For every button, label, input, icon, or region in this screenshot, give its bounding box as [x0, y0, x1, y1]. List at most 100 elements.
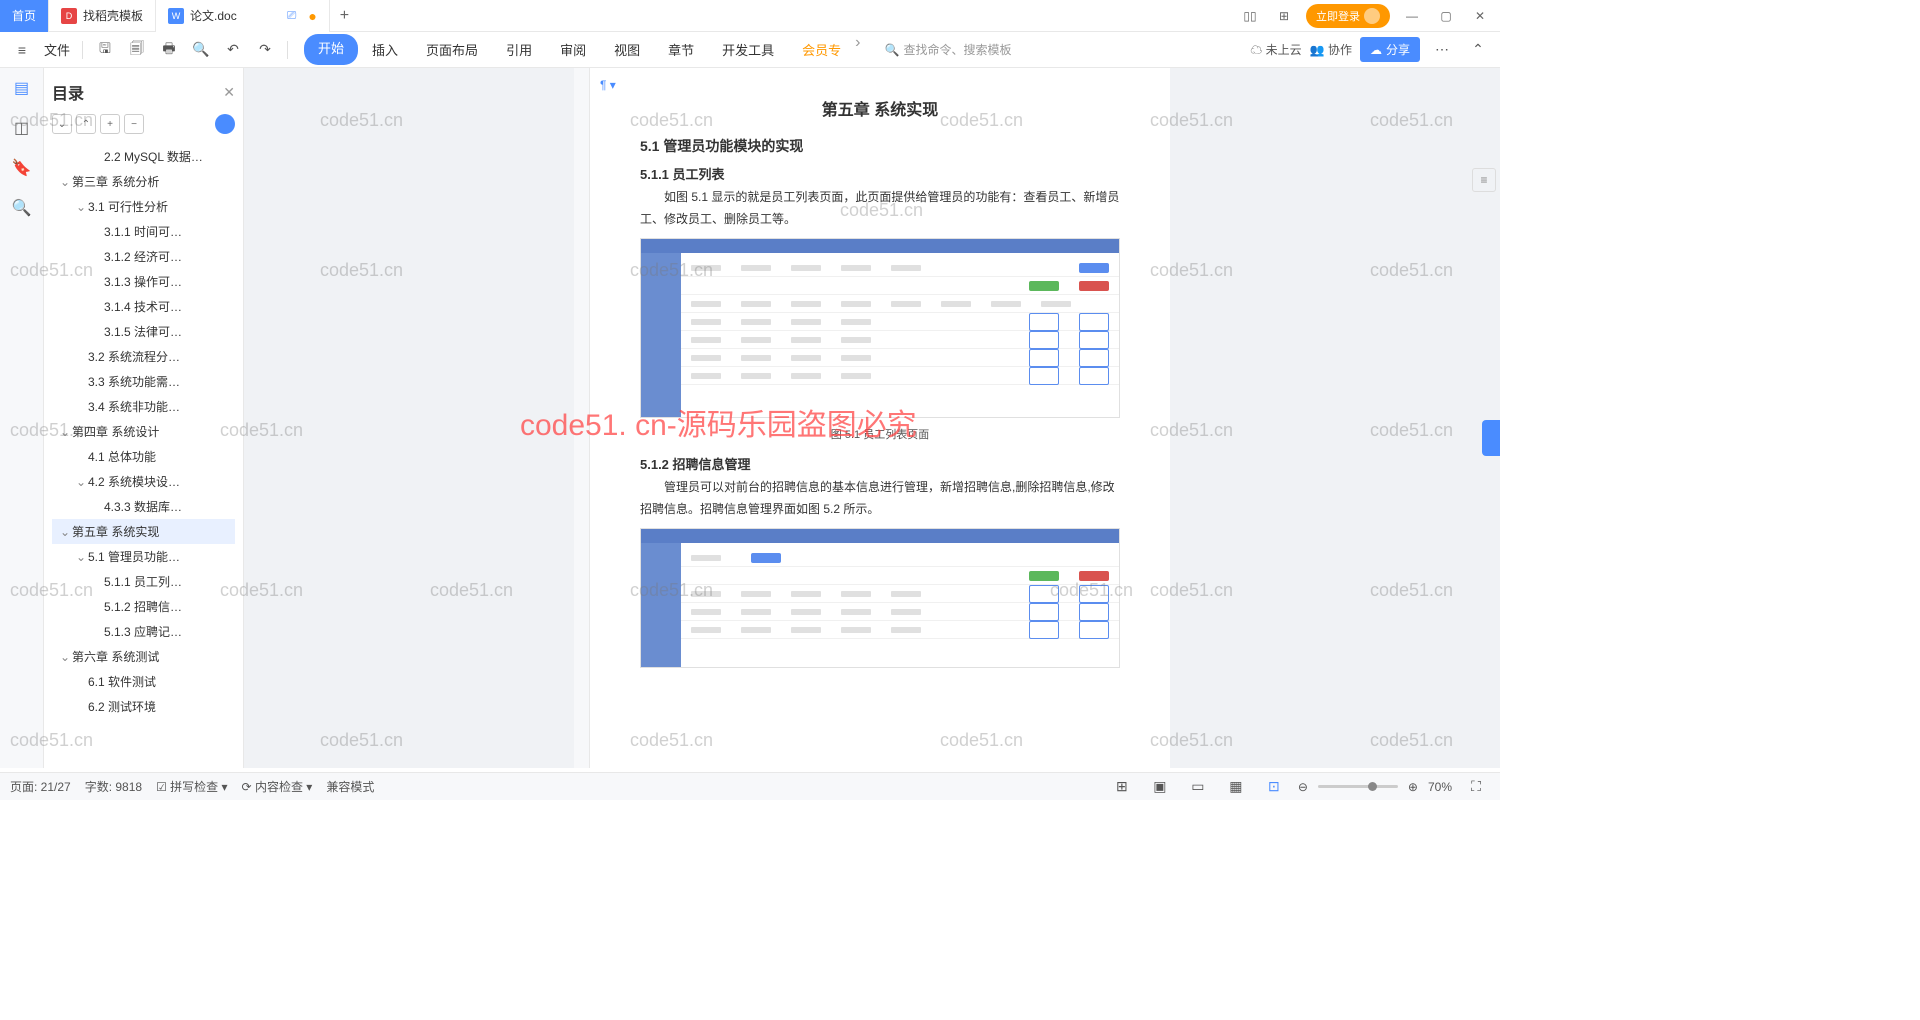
tab-document-label: 论文.doc	[190, 7, 237, 24]
menu-start[interactable]: 开始	[304, 34, 358, 65]
collapse-all-icon[interactable]: ⌄	[52, 114, 72, 134]
undo-icon[interactable]: ↶	[219, 36, 247, 64]
right-collapse-tab[interactable]	[1482, 420, 1500, 456]
device-icon: ⎚	[287, 8, 297, 23]
menu-chapter[interactable]: 章节	[654, 34, 708, 65]
tab-template-label: 找稻壳模板	[83, 7, 143, 24]
toc-item[interactable]: ⌄ 第五章 系统实现	[52, 519, 235, 544]
toc-item[interactable]: 5.1.1 员工列…	[52, 569, 235, 594]
document-page[interactable]: ¶ ▾ 第五章 系统实现 5.1 管理员功能模块的实现 5.1.1 员工列表 如…	[590, 68, 1170, 768]
statusbar: 页面: 21/27 字数: 9818 ☑ 拼写检查 ▾ ⟳ 内容检查 ▾ 兼容模…	[0, 772, 1500, 800]
content-check[interactable]: ⟳ 内容检查 ▾	[242, 778, 313, 795]
collapse-ribbon-icon[interactable]: ⌃	[1464, 36, 1492, 64]
view-mode-2-icon[interactable]: ▣	[1146, 773, 1174, 801]
command-search[interactable]: 🔍 查找命令、搜索模板	[884, 41, 1011, 58]
outline-icon[interactable]: ▤	[10, 76, 34, 100]
menu-insert[interactable]: 插入	[358, 34, 412, 65]
toc-item[interactable]: 3.3 系统功能需…	[52, 369, 235, 394]
word-icon: W	[168, 8, 184, 24]
collab-button[interactable]: 👥 协作	[1310, 41, 1352, 58]
view-mode-5-icon[interactable]: ⊡	[1260, 773, 1288, 801]
view-mode-3-icon[interactable]: ▭	[1184, 773, 1212, 801]
page-indicator[interactable]: 页面: 21/27	[10, 778, 71, 795]
close-button[interactable]: ✕	[1468, 4, 1492, 28]
toc-item[interactable]: 2.2 MySQL 数据…	[52, 144, 235, 169]
unsaved-dot-icon: ●	[308, 8, 316, 24]
nav-icon[interactable]: ◫	[10, 116, 34, 140]
toc-item[interactable]: 5.1.3 应聘记…	[52, 619, 235, 644]
toc-item[interactable]: 3.4 系统非功能…	[52, 394, 235, 419]
toc-item[interactable]: 3.1.1 时间可…	[52, 219, 235, 244]
toc-item[interactable]: 4.3.3 数据库…	[52, 494, 235, 519]
toc-item[interactable]: ⌄ 第四章 系统设计	[52, 419, 235, 444]
toc-item[interactable]: 5.1.2 招聘信…	[52, 594, 235, 619]
template-icon: D	[61, 8, 77, 24]
preview-icon[interactable]: 🔍	[187, 36, 215, 64]
document-area: ¶ ▾ 第五章 系统实现 5.1 管理员功能模块的实现 5.1.1 员工列表 如…	[244, 68, 1500, 768]
toc-item[interactable]: ⌄ 第六章 系统测试	[52, 644, 235, 669]
menu-view[interactable]: 视图	[600, 34, 654, 65]
menu-devtools[interactable]: 开发工具	[708, 34, 788, 65]
zoom-in-button[interactable]: ⊕	[1408, 780, 1418, 794]
toolbar-more-icon[interactable]: ⋯	[1428, 36, 1456, 64]
find-icon[interactable]: 🔍	[10, 196, 34, 220]
toc-item[interactable]: ⌄ 4.2 系统模块设…	[52, 469, 235, 494]
toc-item[interactable]: 3.2 系统流程分…	[52, 344, 235, 369]
bookmark-icon[interactable]: 🔖	[10, 156, 34, 180]
heading-5-1: 5.1 管理员功能模块的实现	[640, 136, 1120, 156]
paragraph-marker-icon[interactable]: ¶ ▾	[600, 78, 616, 92]
menu-references[interactable]: 引用	[492, 34, 546, 65]
toc-item[interactable]: 3.1.4 技术可…	[52, 294, 235, 319]
file-menu[interactable]: 文件	[40, 40, 74, 59]
cloud-status[interactable]: ☁ 未上云	[1250, 41, 1301, 58]
tab-add-button[interactable]: +	[330, 7, 359, 25]
toc-item[interactable]: 3.1.2 经济可…	[52, 244, 235, 269]
print-icon[interactable]: 🖶	[155, 36, 183, 64]
zoom-value[interactable]: 70%	[1428, 780, 1452, 794]
toc-item[interactable]: 6.1 软件测试	[52, 669, 235, 694]
add-heading-icon[interactable]: +	[100, 114, 120, 134]
toc-item[interactable]: 3.1.5 法律可…	[52, 319, 235, 344]
fullscreen-icon[interactable]: ⛶	[1462, 773, 1490, 801]
compat-mode[interactable]: 兼容模式	[326, 778, 374, 795]
right-option-icon[interactable]: ≡	[1472, 168, 1496, 192]
maximize-button[interactable]: ▢	[1434, 4, 1458, 28]
outline-badge-icon[interactable]	[215, 114, 235, 134]
apps-icon[interactable]: ⊞	[1272, 4, 1296, 28]
redo-icon[interactable]: ↷	[251, 36, 279, 64]
tab-template[interactable]: D 找稻壳模板	[49, 0, 156, 32]
remove-heading-icon[interactable]: −	[124, 114, 144, 134]
zoom-slider[interactable]	[1318, 785, 1398, 788]
toc-item[interactable]: 3.1.3 操作可…	[52, 269, 235, 294]
paragraph-1: 如图 5.1 显示的就是员工列表页面，此页面提供给管理员的功能有：查看员工、新增…	[640, 187, 1120, 230]
spellcheck-toggle[interactable]: ☑ 拼写检查 ▾	[156, 778, 227, 795]
saveas-icon[interactable]: 🗐	[123, 36, 151, 64]
toc-item[interactable]: 6.2 测试环境	[52, 694, 235, 719]
tab-home[interactable]: 首页	[0, 0, 49, 32]
menu-more-icon[interactable]: ›	[855, 34, 860, 65]
tab-document[interactable]: W 论文.doc ⎚ ●	[156, 0, 330, 32]
zoom-out-button[interactable]: ⊖	[1298, 780, 1308, 794]
toolbar: ≡ 文件 🖫 🗐 🖶 🔍 ↶ ↷ 开始 插入 页面布局 引用 审阅 视图 章节 …	[0, 32, 1500, 68]
expand-all-icon[interactable]: ⌃	[76, 114, 96, 134]
menu-review[interactable]: 审阅	[546, 34, 600, 65]
figure-5-1	[640, 238, 1120, 418]
word-count[interactable]: 字数: 9818	[85, 778, 142, 795]
toc-item[interactable]: ⌄ 5.1 管理员功能…	[52, 544, 235, 569]
outline-close-button[interactable]: ✕	[223, 84, 235, 101]
menu-layout[interactable]: 页面布局	[412, 34, 492, 65]
minimize-button[interactable]: —	[1400, 4, 1424, 28]
menu-icon[interactable]: ≡	[8, 36, 36, 64]
view-mode-1-icon[interactable]: ⊞	[1108, 773, 1136, 801]
toc-list: 2.2 MySQL 数据…⌄ 第三章 系统分析⌄ 3.1 可行性分析3.1.1 …	[52, 140, 235, 719]
toc-item[interactable]: 4.1 总体功能	[52, 444, 235, 469]
save-icon[interactable]: 🖫	[91, 36, 119, 64]
toc-item[interactable]: ⌄ 3.1 可行性分析	[52, 194, 235, 219]
share-button[interactable]: ☁ 分享	[1360, 37, 1420, 62]
figure-5-2	[640, 528, 1120, 668]
toc-item[interactable]: ⌄ 第三章 系统分析	[52, 169, 235, 194]
view-mode-4-icon[interactable]: ▦	[1222, 773, 1250, 801]
layout-icon[interactable]: ▯▯	[1238, 4, 1262, 28]
menu-member[interactable]: 会员专	[788, 34, 855, 65]
login-button[interactable]: 立即登录	[1306, 4, 1390, 28]
